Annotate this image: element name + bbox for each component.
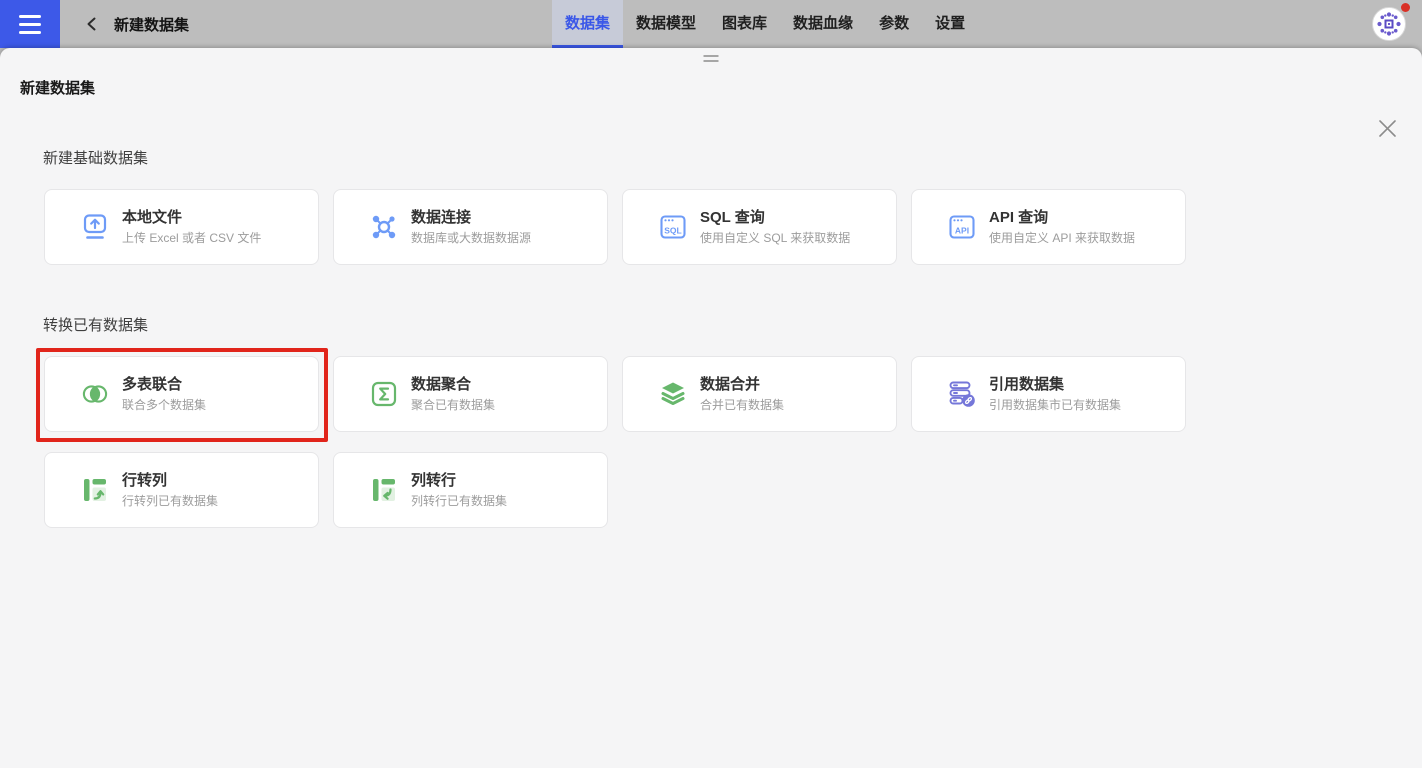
card-grid: 多表联合联合多个数据集 数据聚合聚合已有数据集 数据合并合并已有数据集 引用数据…: [44, 356, 1204, 528]
card-title: SQL 查询: [700, 209, 850, 226]
tab-3[interactable]: 图表库: [709, 0, 780, 48]
tab-4[interactable]: 数据血缘: [780, 0, 866, 48]
close-icon: [1378, 119, 1397, 138]
card-title: 列转行: [411, 472, 507, 489]
card-text: 数据聚合聚合已有数据集: [411, 376, 495, 412]
card-subtitle: 上传 Excel 或者 CSV 文件: [122, 232, 261, 245]
card-grid: 本地文件上传 Excel 或者 CSV 文件 数据连接数据库或大数据数据源 SQ…: [44, 189, 1204, 265]
hamburger-menu-button[interactable]: [0, 0, 60, 48]
chevron-left-icon: [84, 16, 100, 32]
section-label: 新建基础数据集: [43, 147, 1422, 168]
card-text: API 查询使用自定义 API 来获取数据: [989, 209, 1135, 245]
page-title: 新建数据集: [114, 14, 189, 35]
notification-dot: [1401, 3, 1410, 12]
rows-to-columns-icon: [80, 475, 110, 505]
card-layers[interactable]: 数据合并合并已有数据集: [622, 356, 897, 432]
card-text: 数据连接数据库或大数据数据源: [411, 209, 531, 245]
new-dataset-modal: 新建数据集 新建基础数据集 本地文件上传 Excel 或者 CSV 文件 数据连…: [0, 48, 1422, 768]
card-text: 引用数据集引用数据集市已有数据集: [989, 376, 1121, 412]
card-subtitle: 使用自定义 API 来获取数据: [989, 232, 1135, 245]
card-title: 数据聚合: [411, 376, 495, 393]
nav-tabs: 数据集数据模型图表库数据血缘参数设置: [552, 0, 978, 48]
card-sql-window[interactable]: SQL SQL 查询使用自定义 SQL 来获取数据: [622, 189, 897, 265]
hamburger-icon: [19, 15, 41, 18]
sql-window-icon: SQL: [658, 212, 688, 242]
avatar[interactable]: [1372, 7, 1406, 41]
card-columns-to-rows[interactable]: 列转行列转行已有数据集: [333, 452, 608, 528]
card-text: 多表联合联合多个数据集: [122, 376, 206, 412]
card-title: 多表联合: [122, 376, 206, 393]
tab-1-active[interactable]: 数据集: [552, 0, 623, 48]
close-button[interactable]: [1374, 115, 1400, 141]
back-button[interactable]: [82, 14, 102, 34]
network-nodes-icon: [369, 212, 399, 242]
card-subtitle: 数据库或大数据数据源: [411, 232, 531, 245]
avatar-pattern-icon: [1375, 10, 1403, 38]
sigma-icon: [369, 379, 399, 409]
card-title: API 查询: [989, 209, 1135, 226]
card-api-window[interactable]: API API 查询使用自定义 API 来获取数据: [911, 189, 1186, 265]
card-sigma[interactable]: 数据聚合聚合已有数据集: [333, 356, 608, 432]
columns-to-rows-icon: [369, 475, 399, 505]
card-upload-file[interactable]: 本地文件上传 Excel 或者 CSV 文件: [44, 189, 319, 265]
card-subtitle: 行转列已有数据集: [122, 495, 218, 508]
card-venn-union[interactable]: 多表联合联合多个数据集: [44, 356, 319, 432]
card-text: 数据合并合并已有数据集: [700, 376, 784, 412]
layers-icon: [658, 379, 688, 409]
card-rows-to-columns[interactable]: 行转列行转列已有数据集: [44, 452, 319, 528]
card-subtitle: 使用自定义 SQL 来获取数据: [700, 232, 850, 245]
drag-handle-icon[interactable]: [704, 55, 719, 62]
card-subtitle: 合并已有数据集: [700, 399, 784, 412]
api-window-icon: API: [947, 212, 977, 242]
modal-title: 新建数据集: [20, 77, 1422, 98]
svg-text:API: API: [955, 226, 969, 236]
tab-5[interactable]: 参数: [866, 0, 922, 48]
card-text: 本地文件上传 Excel 或者 CSV 文件: [122, 209, 261, 245]
tab-6[interactable]: 设置: [922, 0, 978, 48]
card-network-nodes[interactable]: 数据连接数据库或大数据数据源: [333, 189, 608, 265]
card-text: 列转行列转行已有数据集: [411, 472, 507, 508]
upload-file-icon: [80, 212, 110, 242]
tab-2[interactable]: 数据模型: [623, 0, 709, 48]
card-subtitle: 聚合已有数据集: [411, 399, 495, 412]
venn-union-icon: [80, 379, 110, 409]
card-subtitle: 列转行已有数据集: [411, 495, 507, 508]
card-title: 行转列: [122, 472, 218, 489]
card-title: 引用数据集: [989, 376, 1121, 393]
card-title: 数据合并: [700, 376, 784, 393]
topbar: 新建数据集 数据集数据模型图表库数据血缘参数设置: [0, 0, 1422, 48]
avatar-area: [1372, 7, 1406, 41]
card-title: 本地文件: [122, 209, 261, 226]
datamart-link-icon: [947, 379, 977, 409]
card-subtitle: 引用数据集市已有数据集: [989, 399, 1121, 412]
card-datamart-link[interactable]: 引用数据集引用数据集市已有数据集: [911, 356, 1186, 432]
svg-text:SQL: SQL: [664, 226, 681, 236]
card-text: 行转列行转列已有数据集: [122, 472, 218, 508]
card-title: 数据连接: [411, 209, 531, 226]
card-text: SQL 查询使用自定义 SQL 来获取数据: [700, 209, 850, 245]
section-label: 转换已有数据集: [43, 314, 1422, 335]
card-subtitle: 联合多个数据集: [122, 399, 206, 412]
